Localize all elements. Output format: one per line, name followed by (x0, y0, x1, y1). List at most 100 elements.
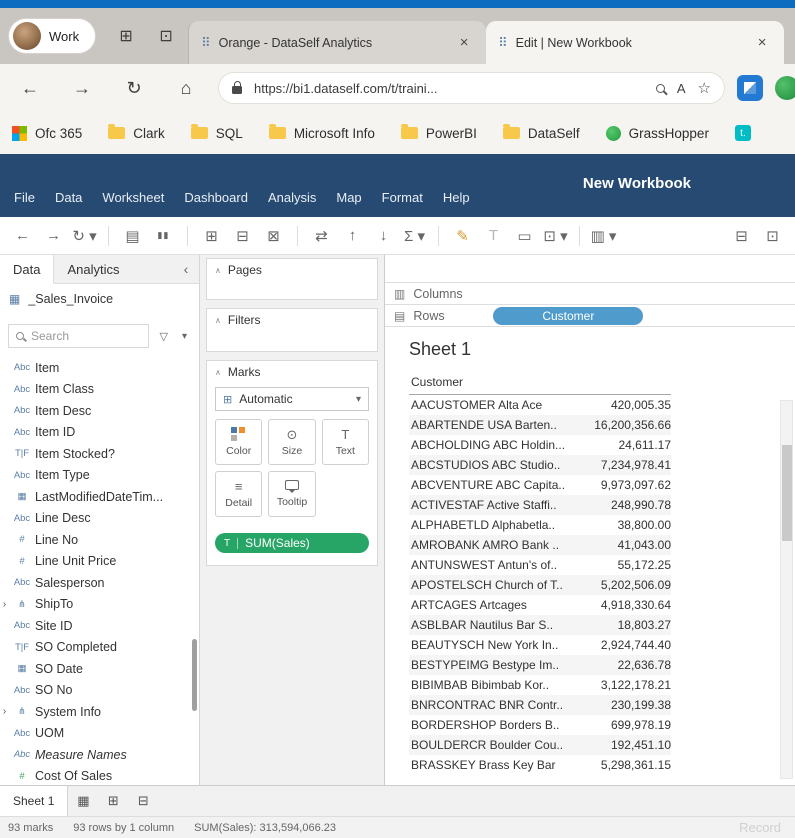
format-icon[interactable]: ▭ (510, 222, 539, 250)
expand-chevron-icon[interactable]: › (0, 706, 9, 717)
bookmark-item[interactable]: t. (735, 125, 759, 141)
menu-item[interactable]: File (4, 186, 45, 209)
collapse-card-icon[interactable]: ∧ (215, 266, 221, 275)
field-item[interactable]: # Cost Of Sales (0, 766, 199, 786)
table-row[interactable]: AMROBANK AMRO Bank .. 41,043.00 (409, 535, 671, 555)
fit-dropdown-icon[interactable]: ▥ ▾ (589, 222, 618, 250)
field-item[interactable]: Abc SO No (0, 680, 199, 702)
filters-card[interactable]: ∧ Filters (206, 308, 378, 352)
menu-item[interactable]: Analysis (258, 186, 326, 209)
totals-icon[interactable]: Σ ▾ (400, 222, 429, 250)
table-row[interactable]: BNRCONTRAC BNR Contr.. 230,199.38 (409, 695, 671, 715)
replay-icon[interactable]: ↻ ▾ (70, 222, 99, 250)
expand-chevron-icon[interactable]: › (0, 599, 9, 610)
table-row[interactable]: BESTYPEIMG Bestype Im.. 22,636.78 (409, 655, 671, 675)
field-item[interactable]: Abc Site ID (0, 615, 199, 637)
field-item[interactable]: Abc Item Type (0, 465, 199, 487)
vertical-tabs-icon[interactable]: ⊡ (148, 19, 184, 53)
rows-shelf[interactable]: ▤ Rows Customer (385, 305, 795, 327)
table-row[interactable]: ALPHABETLD Alphabetla.. 38,800.00 (409, 515, 671, 535)
field-item[interactable]: Abc Item (0, 357, 199, 379)
mark-type-dropdown[interactable]: ⊞ Automatic ▾ (215, 387, 369, 411)
new-story-icon[interactable]: ⊟ (128, 786, 158, 816)
duplicate-sheet-icon[interactable]: ⊟ (228, 222, 257, 250)
back-icon[interactable]: ← (10, 70, 50, 106)
bookmark-item[interactable]: Ofc 365 (12, 126, 82, 141)
columns-shelf[interactable]: ▥ Columns (385, 283, 795, 305)
table-row[interactable]: BOULDERCR Boulder Cou.. 192,451.10 (409, 735, 671, 755)
field-item[interactable]: Abc Item Desc (0, 400, 199, 422)
field-item[interactable]: › ⋔ System Info (0, 701, 199, 723)
bookmark-item[interactable]: GrassHopper (606, 126, 709, 141)
table-row[interactable]: BEAUTYSCH New York In.. 2,924,744.40 (409, 635, 671, 655)
field-item[interactable]: T|F Item Stocked? (0, 443, 199, 465)
forward-icon[interactable]: → (39, 222, 68, 250)
browser-essentials-icon[interactable] (775, 76, 795, 100)
swap-rows-columns-icon[interactable]: ⇄ (307, 222, 336, 250)
table-row[interactable]: BRASSKEY Brass Key Bar 5,298,361.15 (409, 755, 671, 775)
new-data-source-icon[interactable]: ▤ (118, 222, 147, 250)
tooltip-button[interactable]: Tooltip (268, 471, 315, 517)
sum-sales-pill[interactable]: T SUM(Sales) (215, 533, 369, 553)
field-item[interactable]: Abc Measure Names (0, 744, 199, 766)
close-tab-icon[interactable]: × (752, 33, 772, 53)
field-item[interactable]: Abc Item ID (0, 422, 199, 444)
collapse-card-icon[interactable]: ∧ (215, 368, 221, 377)
tab-analytics[interactable]: Analytics (54, 255, 132, 283)
field-item[interactable]: Abc Line Desc (0, 508, 199, 530)
column-header-customer[interactable]: Customer (409, 372, 671, 395)
menu-item[interactable]: Dashboard (174, 186, 258, 209)
tab-data[interactable]: Data (0, 255, 54, 284)
table-row[interactable]: ABCSTUDIOS ABC Studio.. 7,234,978.41 (409, 455, 671, 475)
table-row[interactable]: AACUSTOMER Alta Ace 420,005.35 (409, 395, 671, 415)
new-dashboard-icon[interactable]: ⊞ (98, 786, 128, 816)
pause-auto-updates-icon[interactable]: ▮▮ (149, 222, 178, 250)
menu-item[interactable]: Help (433, 186, 480, 209)
customer-pill[interactable]: Customer (493, 307, 643, 325)
collapse-card-icon[interactable]: ∧ (215, 316, 221, 325)
fields-scrollbar-thumb[interactable] (192, 639, 197, 711)
bookmark-item[interactable]: PowerBI (401, 126, 477, 141)
table-row[interactable]: BIBIMBAB Bibimbab Kor.. 3,122,178.21 (409, 675, 671, 695)
sort-descending-icon[interactable]: ↓ (369, 222, 398, 250)
filter-edit-icon[interactable]: ▽ (160, 330, 168, 343)
bookmark-item[interactable]: SQL (191, 126, 243, 141)
menu-item[interactable]: Worksheet (92, 186, 174, 209)
extension-icon[interactable] (737, 75, 763, 101)
data-source-item[interactable]: ▦ _Sales_Invoice (0, 284, 199, 314)
search-input[interactable]: Search (8, 324, 149, 348)
table-scrollbar[interactable] (780, 400, 793, 779)
field-item[interactable]: Abc Salesperson (0, 572, 199, 594)
collapse-pane-icon[interactable]: ‹ (173, 255, 199, 283)
home-icon[interactable]: ⌂ (166, 70, 206, 106)
highlight-icon[interactable]: ✎ (448, 222, 477, 250)
browser-profile-button[interactable]: Work (8, 18, 96, 54)
fit-icon[interactable]: ⊡ ▾ (541, 222, 570, 250)
show-hide-cards-icon[interactable]: ⊡ (758, 222, 787, 250)
show-mark-labels-icon[interactable]: T (479, 222, 508, 250)
color-button[interactable]: Color (215, 419, 262, 465)
menu-item[interactable]: Map (326, 186, 371, 209)
sort-ascending-icon[interactable]: ↑ (338, 222, 367, 250)
refresh-icon[interactable]: ↻ (114, 70, 154, 106)
table-row[interactable]: BORDERSHOP Borders B.. 699,978.19 (409, 715, 671, 735)
presentation-mode-icon[interactable]: ⊟ (727, 222, 756, 250)
field-item[interactable]: Abc Item Class (0, 379, 199, 401)
table-row[interactable]: ABCVENTURE ABC Capita.. 9,973,097.62 (409, 475, 671, 495)
table-row[interactable]: ASBLBAR Nautilus Bar S.. 18,803.27 (409, 615, 671, 635)
address-bar[interactable]: https://bi1.dataself.com/t/traini... A ☆ (218, 72, 725, 104)
columns-drop-area[interactable] (479, 283, 786, 304)
pane-menu-caret-icon[interactable]: ▾ (182, 331, 187, 342)
sheet-tab-sheet1[interactable]: Sheet 1 (0, 786, 68, 816)
table-row[interactable]: ABARTENDE USA Barten.. 16,200,356.66 (409, 415, 671, 435)
bookmark-item[interactable]: Microsoft Info (269, 126, 375, 141)
browser-tab-edit-new-workbook[interactable]: ⠿ Edit | New Workbook × (486, 21, 784, 64)
close-tab-icon[interactable]: × (454, 33, 474, 53)
table-row[interactable]: ACTIVESTAF Active Staffi.. 248,990.78 (409, 495, 671, 515)
record-overlay[interactable]: Record (739, 820, 781, 835)
detail-button[interactable]: ≡ Detail (215, 471, 262, 517)
back-icon[interactable]: ← (8, 222, 37, 250)
clear-sheet-icon[interactable]: ⊠ (259, 222, 288, 250)
zoom-icon[interactable] (656, 84, 665, 93)
bookmark-item[interactable]: Clark (108, 126, 165, 141)
